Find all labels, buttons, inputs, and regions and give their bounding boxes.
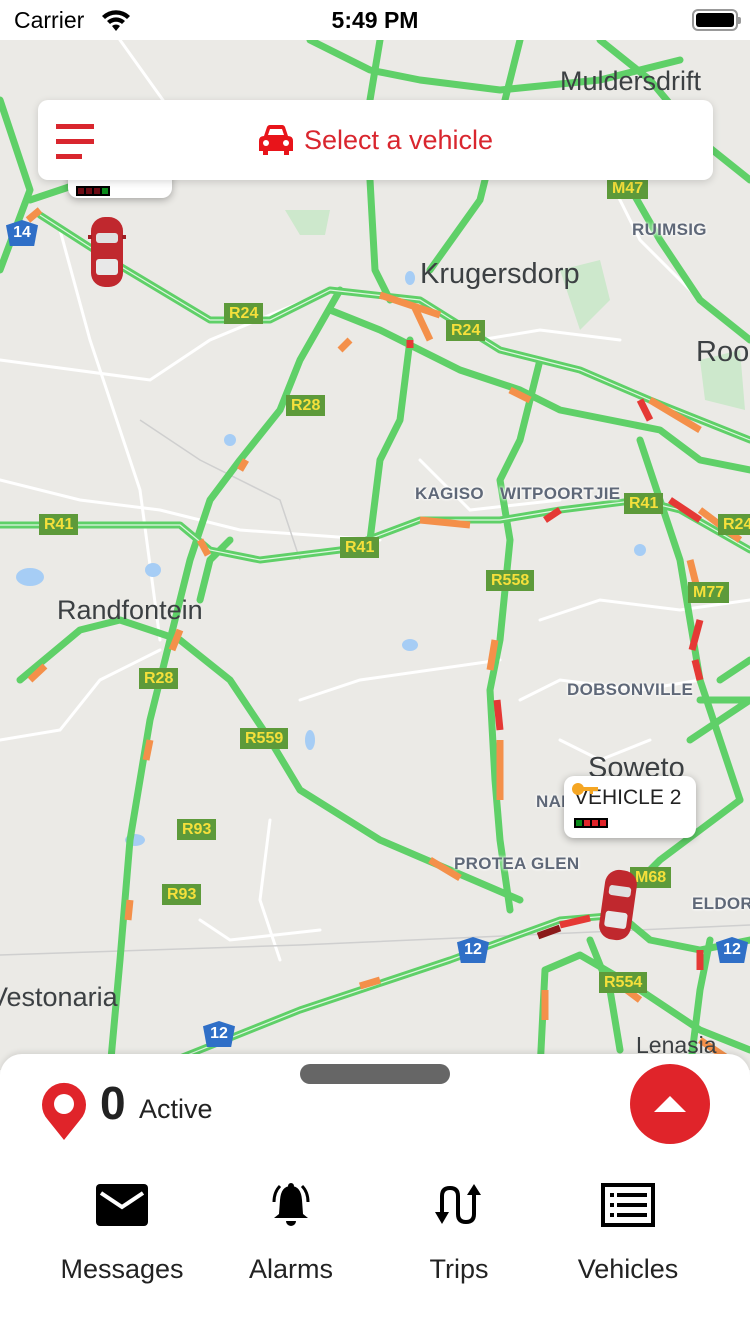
route-shield-r24: R24 xyxy=(718,514,750,535)
route-shield-r41: R41 xyxy=(340,537,380,558)
place-witpoortjie: WITPOORTJIE xyxy=(500,484,621,503)
place-roodepoort: Roo xyxy=(696,336,750,368)
place-eldorado: ELDOR xyxy=(692,894,750,913)
active-label: Active xyxy=(139,1094,213,1124)
location-pin-icon xyxy=(42,1082,86,1140)
vehicle-selector-bar: Select a vehicle xyxy=(38,100,713,180)
signal-strength-indicator xyxy=(574,818,608,828)
signal-bar xyxy=(576,820,582,826)
place-protea-glen: PROTEA GLEN xyxy=(454,854,580,873)
select-vehicle-button[interactable]: Select a vehicle xyxy=(38,100,713,180)
select-vehicle-label: Select a vehicle xyxy=(303,124,494,155)
signal-strength-indicator xyxy=(76,185,110,196)
place-krugersdorp: Krugersdorp xyxy=(420,258,580,290)
route-shield-r93: R93 xyxy=(162,884,202,905)
vehicle-marker[interactable] xyxy=(599,868,637,942)
route-shield-m47: M47 xyxy=(607,178,649,199)
place-randfontein: Randfontein xyxy=(57,595,203,625)
active-count: 0 xyxy=(100,1077,126,1129)
nav-vehicles-label: Vehicles xyxy=(577,1254,679,1284)
nav-vehicles[interactable]: Vehicles xyxy=(543,1180,713,1285)
route-shield-m77: M77 xyxy=(688,582,730,603)
route-shield-r24: R24 xyxy=(446,320,486,341)
bottom-sheet: 0 Active Messages Alarms Trips Vehicles xyxy=(0,1054,750,1334)
bell-ringing-icon xyxy=(272,1183,310,1226)
place-naledi: NAI xyxy=(536,792,567,811)
route-shield-r28: R28 xyxy=(139,668,179,689)
nav-trips-label: Trips xyxy=(429,1254,489,1284)
signal-bar xyxy=(600,820,606,826)
trips-arrows-icon xyxy=(435,1184,481,1225)
route-shield-n12: 12 xyxy=(716,937,748,963)
route-shield-r554: R554 xyxy=(599,972,648,993)
signal-bar xyxy=(102,187,108,194)
signal-bar xyxy=(86,187,92,194)
route-shield-r41: R41 xyxy=(624,493,664,514)
drag-handle[interactable] xyxy=(300,1064,450,1084)
nav-messages[interactable]: Messages xyxy=(37,1180,207,1285)
list-icon xyxy=(601,1183,655,1227)
route-shield-n12: 12 xyxy=(203,1021,235,1047)
route-shield-r559: R559 xyxy=(240,728,289,749)
route-shield-r41: R41 xyxy=(39,514,79,535)
expand-sheet-button[interactable] xyxy=(630,1064,710,1144)
signal-bar xyxy=(78,187,84,194)
place-dobsonville: DOBSONVILLE xyxy=(567,680,694,699)
key-icon xyxy=(572,783,598,795)
battery-icon xyxy=(692,9,741,31)
status-bar: Carrier 5:49 PM xyxy=(0,0,750,40)
place-kagiso: KAGISO xyxy=(415,484,484,503)
route-shield-r24: R24 xyxy=(224,303,264,324)
envelope-icon xyxy=(96,1184,148,1226)
nav-alarms-label: Alarms xyxy=(248,1254,333,1284)
bottom-nav: Messages Alarms Trips Vehicles xyxy=(0,1180,750,1300)
route-shield-r93: R93 xyxy=(177,819,217,840)
vehicle-callout[interactable]: VEHICLE 2 xyxy=(564,776,696,839)
route-shield-r558: R558 xyxy=(486,570,535,591)
nav-messages-label: Messages xyxy=(60,1254,184,1284)
route-shield-r28: R28 xyxy=(286,395,326,416)
place-ruimsig: RUIMSIG xyxy=(632,220,707,239)
signal-bar xyxy=(94,187,100,194)
nav-trips[interactable]: Trips xyxy=(374,1180,544,1285)
clock: 5:49 PM xyxy=(331,7,419,33)
car-icon xyxy=(258,125,293,155)
route-shield-n14: 14 xyxy=(6,220,38,246)
place-westonaria: Vestonaria xyxy=(0,982,118,1012)
nav-alarms[interactable]: Alarms xyxy=(206,1180,376,1285)
signal-bar xyxy=(584,820,590,826)
map-view[interactable]: Muldersdrift Krugersdorp Roo RUIMSIG KAG… xyxy=(0,40,750,1070)
chevron-up-icon xyxy=(654,1096,686,1112)
signal-bar xyxy=(592,820,598,826)
route-shield-n12: 12 xyxy=(457,937,489,963)
vehicle-marker[interactable] xyxy=(88,215,126,289)
place-muldersdrift: Muldersdrift xyxy=(560,66,702,96)
